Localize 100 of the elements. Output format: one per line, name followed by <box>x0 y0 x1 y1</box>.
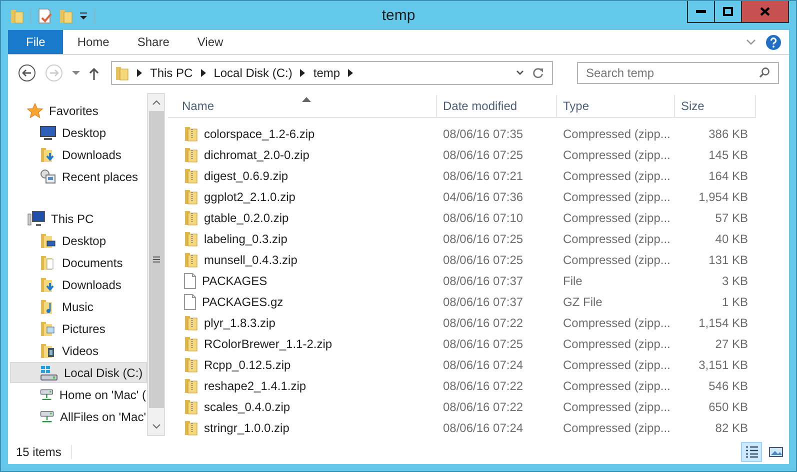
size-cell-text: 1,154 KB <box>698 316 749 330</box>
size-cell-text: 3 KB <box>720 274 749 288</box>
date-cell-text: 08/06/16 07:10 <box>442 210 524 224</box>
chevron-icon[interactable] <box>137 69 142 77</box>
file-name[interactable]: stringr_1.0.0.zip <box>204 420 290 434</box>
download-folder-icon <box>40 146 56 162</box>
ribbon-tab[interactable]: View <box>183 30 238 54</box>
column-header[interactable]: Name <box>168 95 437 118</box>
nav-item[interactable]: Downloads <box>10 274 147 295</box>
expand-ribbon-icon[interactable] <box>746 39 756 45</box>
type-cell-text: Compressed (zipp... <box>562 316 672 330</box>
file-name[interactable]: dichromat_2.0-0.zip <box>204 148 310 162</box>
file-name[interactable]: PACKAGES <box>202 274 268 288</box>
nav-item[interactable]: Downloads <box>10 144 147 165</box>
nav-item[interactable]: Pictures <box>10 318 147 339</box>
recent-places-icon <box>40 168 56 184</box>
nav-item[interactable]: Videos <box>10 340 147 361</box>
size-cell-text: 1 KB <box>720 294 749 308</box>
dropdown-icon[interactable] <box>79 12 88 20</box>
recent-dropdown-icon[interactable] <box>72 70 80 76</box>
chevron-icon[interactable] <box>200 69 206 77</box>
file-name[interactable]: PACKAGES.gz <box>202 294 284 308</box>
nav-item[interactable]: Desktop <box>10 122 147 143</box>
star-icon <box>27 102 43 118</box>
folder-icon <box>40 232 56 248</box>
zip-folder-icon <box>184 378 198 394</box>
date-cell-text: 08/06/16 07:35 <box>442 126 524 140</box>
refresh-icon[interactable] <box>532 67 544 79</box>
nav-item[interactable]: Home on 'Mac' ( <box>10 384 147 405</box>
file-name[interactable]: reshape2_1.4.1.zip <box>204 378 306 392</box>
help-icon[interactable] <box>766 34 781 50</box>
folder-icon <box>40 320 56 336</box>
forward-icon <box>45 64 63 82</box>
ribbon-tab[interactable]: File <box>8 30 64 54</box>
zip-folder-icon <box>184 210 198 226</box>
chevron-icon[interactable] <box>348 69 354 77</box>
scrollbar[interactable] <box>147 93 165 436</box>
dropdown-icon[interactable] <box>516 70 524 76</box>
size-cell-text: 82 KB <box>714 420 749 434</box>
zip-folder-icon <box>184 230 198 246</box>
column-header[interactable]: Date modified <box>437 95 557 118</box>
breadcrumb[interactable]: temp <box>313 66 340 80</box>
nav-item[interactable]: AllFiles on 'Mac' <box>10 406 147 427</box>
up-arrow-icon[interactable] <box>89 66 99 80</box>
date-cell-text: 04/06/16 07:36 <box>442 190 524 204</box>
type-cell-text: GZ File <box>562 294 604 308</box>
zip-folder-icon <box>184 252 198 268</box>
nav-item[interactable]: Music <box>10 296 147 317</box>
nav-group[interactable]: This PC <box>51 212 94 226</box>
size-cell-text: 546 KB <box>708 378 749 392</box>
scroll-up-icon[interactable] <box>152 100 160 105</box>
type-cell-text: Compressed (zipp... <box>562 148 672 162</box>
file-name[interactable]: munsell_0.4.3.zip <box>204 252 298 266</box>
date-cell-text: 08/06/16 07:37 <box>442 294 524 308</box>
zip-folder-icon <box>184 336 198 352</box>
type-cell-text: Compressed (zipp... <box>562 210 672 224</box>
drive-icon <box>40 364 58 380</box>
grip-icon <box>152 256 160 263</box>
type-cell-text: Compressed (zipp... <box>562 400 672 414</box>
column-header[interactable]: Type <box>557 95 675 118</box>
nav-group[interactable]: Favorites <box>49 104 98 118</box>
file-name[interactable]: Rcpp_0.12.5.zip <box>204 358 291 372</box>
file-name[interactable]: gtable_0.2.0.zip <box>204 210 289 224</box>
scroll-down-icon[interactable] <box>152 424 160 429</box>
file-name[interactable]: plyr_1.8.3.zip <box>204 316 276 330</box>
search-icon[interactable] <box>759 67 770 78</box>
file-name[interactable]: RColorBrewer_1.1-2.zip <box>204 336 332 350</box>
size-cell-text: 3,151 KB <box>698 358 749 372</box>
image-icon <box>768 446 782 458</box>
file-name[interactable]: scales_0.4.0.zip <box>204 400 290 414</box>
maximize-icon <box>723 7 733 16</box>
nav-item[interactable]: Recent places <box>10 166 147 187</box>
close-button[interactable] <box>742 1 788 22</box>
size-cell-text: 145 KB <box>708 148 749 162</box>
ribbon-tab[interactable]: Home <box>63 30 124 54</box>
date-cell-text: 08/06/16 07:22 <box>442 378 524 392</box>
details-view-button[interactable] <box>741 442 762 462</box>
column-header[interactable]: Size <box>675 95 756 118</box>
date-cell-text: 08/06/16 07:25 <box>442 232 524 246</box>
file-name[interactable]: colorspace_1.2-6.zip <box>204 126 315 140</box>
breadcrumb[interactable]: This PC <box>150 66 193 80</box>
chevron-icon[interactable] <box>300 69 306 77</box>
nav-item[interactable]: Local Disk (C:) <box>10 362 147 383</box>
date-cell-text: 08/06/16 07:37 <box>442 274 524 288</box>
item-count: 15 items <box>16 445 72 459</box>
nav-item[interactable]: Documents <box>10 252 147 273</box>
properties-icon[interactable] <box>37 8 53 24</box>
zip-folder-icon <box>184 314 198 330</box>
date-cell-text: 08/06/16 07:25 <box>442 252 524 266</box>
window-title: temp <box>382 7 416 24</box>
nav-item[interactable]: Desktop <box>10 230 147 251</box>
search-field[interactable]: Search temp <box>577 62 779 84</box>
back-icon[interactable] <box>18 64 36 82</box>
file-name[interactable]: labeling_0.3.zip <box>204 232 288 246</box>
ribbon-tab[interactable]: Share <box>123 30 184 54</box>
zip-folder-icon <box>184 126 198 142</box>
breadcrumb[interactable]: Local Disk (C:) <box>214 66 292 80</box>
address-bar[interactable]: This PC Local Disk (C:) temp <box>111 61 553 85</box>
file-name[interactable]: digest_0.6.9.zip <box>204 168 288 182</box>
file-name[interactable]: ggplot2_2.1.0.zip <box>204 190 296 204</box>
